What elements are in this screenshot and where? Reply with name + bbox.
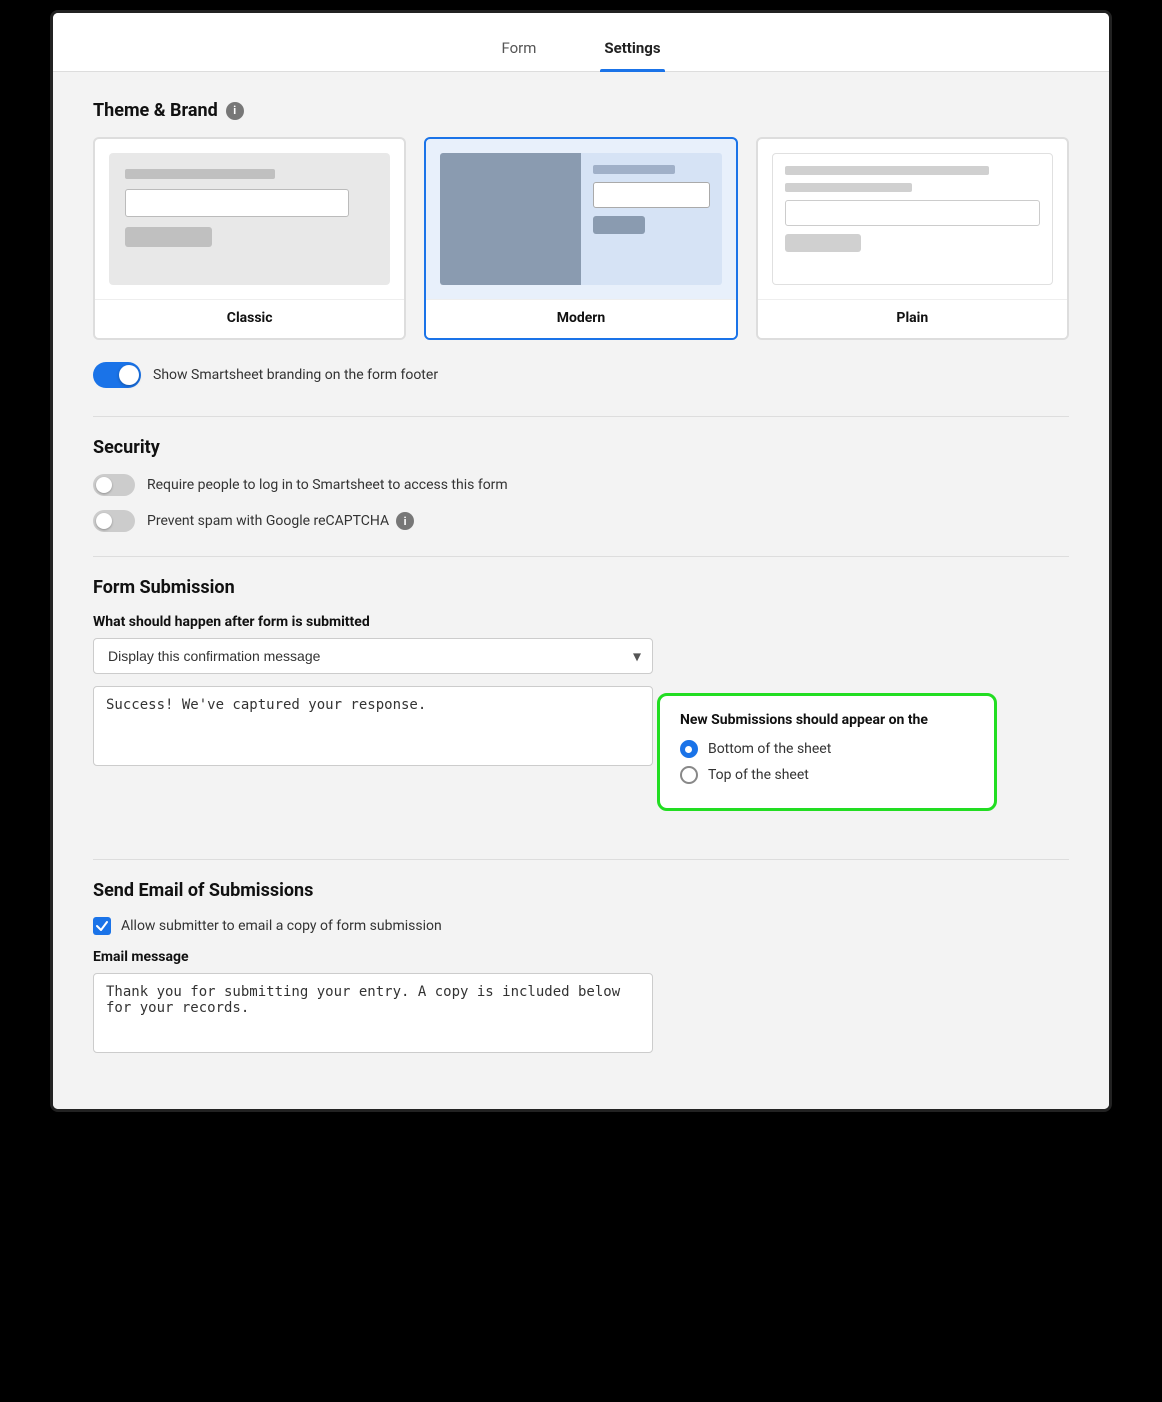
radio-top-label: Top of the sheet (708, 767, 809, 783)
tab-settings[interactable]: Settings (600, 29, 664, 71)
email-message-textarea[interactable] (93, 973, 653, 1053)
allow-email-checkbox[interactable] (93, 917, 111, 935)
new-submissions-box: New Submissions should appear on the Bot… (657, 693, 997, 811)
what-happens-label: What should happen after form is submitt… (93, 614, 1069, 630)
classic-preview (95, 139, 404, 299)
security-section: Security Require people to log in to Sma… (93, 437, 1069, 532)
captcha-label: Prevent spam with Google reCAPTCHA i (147, 512, 414, 530)
plain-preview-inner (772, 153, 1053, 285)
branding-toggle[interactable] (93, 362, 141, 388)
theme-brand-section: Theme & Brand i Classic (93, 100, 1069, 388)
checkmark-icon (96, 920, 108, 932)
login-toggle[interactable] (93, 474, 135, 496)
new-submissions-title: New Submissions should appear on the (680, 712, 974, 728)
send-email-section: Send Email of Submissions Allow submitte… (93, 880, 1069, 1057)
theme-cards-container: Classic Modern (93, 137, 1069, 340)
theme-brand-title: Theme & Brand i (93, 100, 1069, 121)
plain-bar-1 (785, 166, 989, 175)
email-message-label: Email message (93, 949, 1069, 965)
divider-2 (93, 556, 1069, 557)
login-label: Require people to log in to Smartsheet t… (147, 477, 508, 493)
modern-label: Modern (426, 299, 735, 338)
modern-right-panel (581, 153, 722, 285)
radio-top-row: Top of the sheet (680, 766, 974, 784)
theme-card-plain[interactable]: Plain (756, 137, 1069, 340)
allow-email-label: Allow submitter to email a copy of form … (121, 918, 442, 934)
branding-toggle-row: Show Smartsheet branding on the form foo… (93, 362, 1069, 388)
theme-brand-info-icon[interactable]: i (226, 102, 244, 120)
form-submission-title: Form Submission (93, 577, 1069, 598)
modern-left-panel (440, 153, 581, 285)
modern-bar-1 (593, 165, 675, 174)
plain-input-mock (785, 200, 1040, 226)
radio-bottom-label: Bottom of the sheet (708, 741, 831, 757)
modern-input-mock (593, 182, 710, 208)
modern-btn-mock (593, 216, 645, 234)
plain-label: Plain (758, 299, 1067, 338)
radio-bottom[interactable] (680, 740, 698, 758)
toggle-thumb-branding (119, 365, 139, 385)
theme-card-classic[interactable]: Classic (93, 137, 406, 340)
radio-top[interactable] (680, 766, 698, 784)
classic-input-mock (125, 189, 349, 217)
security-login-row: Require people to log in to Smartsheet t… (93, 474, 1069, 496)
toggle-track-branding (93, 362, 141, 388)
captcha-toggle[interactable] (93, 510, 135, 532)
login-toggle-thumb (96, 477, 112, 493)
classic-btn-mock (125, 227, 212, 247)
modern-preview-inner (440, 153, 721, 285)
security-title: Security (93, 437, 1069, 458)
tab-form[interactable]: Form (497, 29, 540, 71)
security-captcha-row: Prevent spam with Google reCAPTCHA i (93, 510, 1069, 532)
captcha-info-icon[interactable]: i (396, 512, 414, 530)
after-submit-select-wrapper: Display this confirmation message Redire… (93, 638, 653, 674)
tabs-bar: Form Settings (53, 13, 1109, 72)
modern-preview (426, 139, 735, 299)
form-submission-section: Form Submission What should happen after… (93, 577, 1069, 835)
branding-toggle-label: Show Smartsheet branding on the form foo… (153, 367, 438, 383)
plain-btn-mock (785, 234, 862, 252)
confirmation-message-textarea[interactable] (93, 686, 653, 766)
divider-1 (93, 416, 1069, 417)
plain-bar-2 (785, 183, 913, 192)
theme-card-modern[interactable]: Modern (424, 137, 737, 340)
send-email-title: Send Email of Submissions (93, 880, 1069, 901)
captcha-toggle-thumb (96, 513, 112, 529)
plain-preview (758, 139, 1067, 299)
classic-bar-1 (125, 169, 275, 179)
allow-email-row: Allow submitter to email a copy of form … (93, 917, 1069, 935)
classic-preview-inner (109, 153, 390, 285)
after-submit-select[interactable]: Display this confirmation message Redire… (93, 638, 653, 674)
classic-label: Classic (95, 299, 404, 338)
settings-content: Theme & Brand i Classic (53, 72, 1109, 1109)
divider-3 (93, 859, 1069, 860)
radio-bottom-row: Bottom of the sheet (680, 740, 974, 758)
